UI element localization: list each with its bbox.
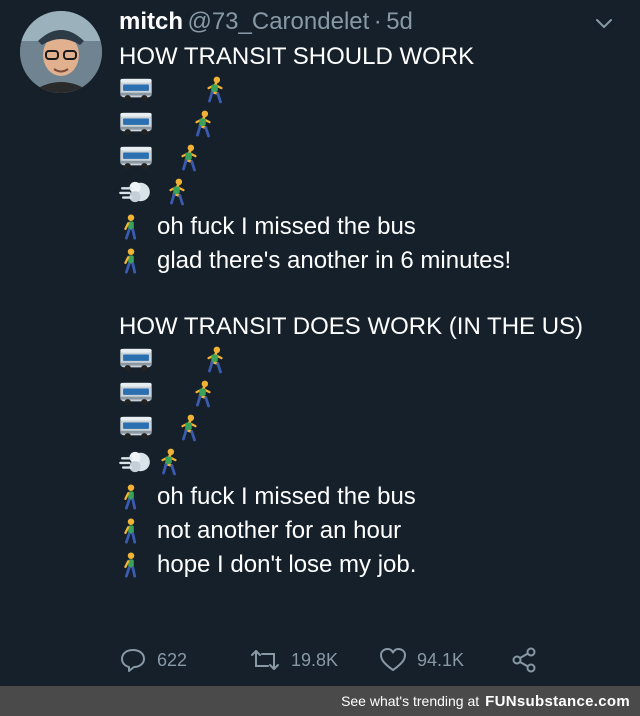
runner-icon: [191, 380, 215, 408]
bus-icon: [119, 382, 153, 406]
retweet-icon: [251, 650, 279, 670]
list-item: oh fuck I missed the bus: [119, 480, 630, 514]
line-text: oh fuck I missed the bus: [157, 213, 416, 240]
reply-icon: [121, 649, 145, 672]
emoji-row: [119, 108, 630, 142]
heading-how-transit-should-work: HOW TRANSIT SHOULD WORK: [119, 43, 475, 70]
list-item: oh fuck I missed the bus: [119, 210, 630, 244]
line-text: not another for an hour: [157, 517, 402, 544]
runner-icon: [177, 414, 201, 442]
tweet-header: mitch @73_Carondelet · 5d: [119, 8, 620, 38]
walker-icon: [119, 552, 143, 578]
like-button[interactable]: 94.1K: [379, 644, 464, 676]
emoji-row: [119, 412, 630, 446]
runner-icon: [203, 76, 227, 104]
walker-icon: [119, 248, 143, 274]
emoji-row: [119, 74, 630, 108]
emoji-row: [119, 446, 630, 480]
chevron-down-icon[interactable]: [592, 14, 616, 34]
bus-icon: [119, 348, 153, 372]
list-item: not another for an hour: [119, 514, 630, 548]
author-name[interactable]: mitch: [119, 8, 183, 35]
share-icon: [512, 647, 536, 673]
heading-how-transit-does-work: HOW TRANSIT DOES WORK (IN THE US): [119, 313, 584, 340]
runner-icon: [203, 346, 227, 374]
emoji-row: [119, 176, 630, 210]
tweet-body: HOW TRANSIT SHOULD WORK oh fuck I missed…: [119, 40, 630, 582]
retweet-count: 19.8K: [291, 649, 339, 670]
line-text: oh fuck I missed the bus: [157, 483, 416, 510]
emoji-row: [119, 142, 630, 176]
list-item: glad there's another in 6 minutes!: [119, 244, 630, 278]
bus-icon: [119, 416, 153, 440]
dash-icon: [119, 180, 153, 204]
line-text: glad there's another in 6 minutes!: [157, 247, 512, 274]
walker-icon: [119, 484, 143, 510]
avatar[interactable]: [20, 11, 102, 93]
dash-icon: [119, 450, 153, 474]
bus-icon: [119, 146, 153, 170]
watermark-footer: See what's trending at FUNsubstance.com: [0, 686, 640, 716]
walker-icon: [119, 214, 143, 240]
bus-icon: [119, 112, 153, 136]
footer-text: See what's trending at: [341, 693, 480, 709]
reply-count: 622: [157, 649, 188, 670]
emoji-row: [119, 378, 630, 412]
separator: ·: [373, 8, 382, 35]
tweet-time[interactable]: 5d: [386, 8, 413, 35]
like-count: 94.1K: [417, 649, 465, 670]
reply-button[interactable]: 622: [119, 644, 187, 676]
retweet-button[interactable]: 19.8K: [249, 644, 338, 676]
footer-brand: FUNsubstance.com: [485, 692, 630, 710]
runner-icon: [165, 178, 189, 206]
runner-icon: [177, 144, 201, 172]
walker-icon: [119, 518, 143, 544]
line-text: hope I don't lose my job.: [157, 551, 417, 578]
emoji-row: [119, 344, 630, 378]
list-item: hope I don't lose my job.: [119, 548, 630, 582]
share-button[interactable]: [511, 644, 547, 676]
tweet-actions: 622 19.8K 94.1K: [119, 644, 620, 676]
runner-icon: [191, 110, 215, 138]
runner-icon: [157, 448, 181, 476]
like-icon: [380, 648, 406, 671]
author-handle[interactable]: @73_Carondelet: [187, 8, 369, 35]
bus-icon: [119, 78, 153, 102]
